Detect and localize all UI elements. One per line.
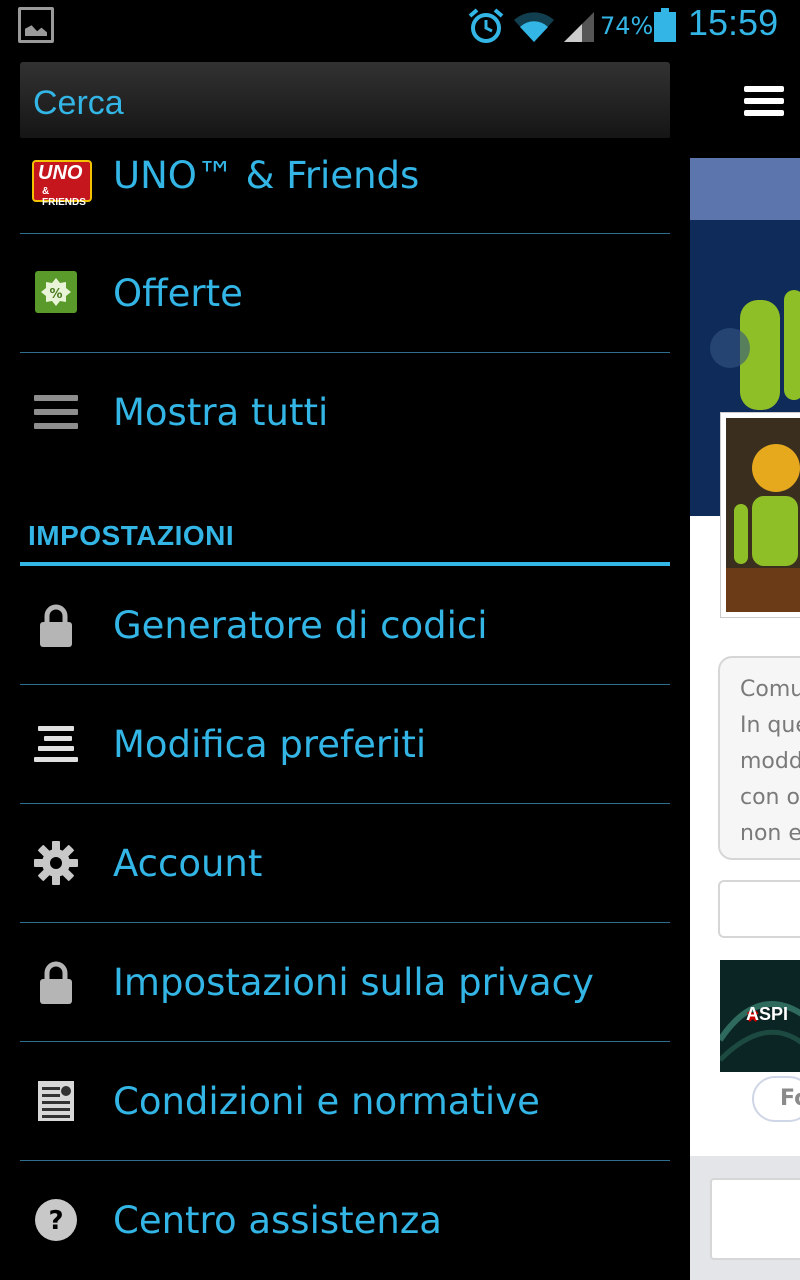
follow-button[interactable]: Fo	[752, 1076, 800, 1122]
ad-image[interactable]: ✖ ASPI	[720, 960, 800, 1072]
menu-item-label: Condizioni e normative	[113, 1080, 540, 1123]
svg-text:?: ?	[48, 1206, 63, 1236]
menu-icon[interactable]	[744, 86, 784, 122]
bottom-input[interactable]	[710, 1178, 800, 1260]
menu-item-label: Mostra tutti	[113, 391, 329, 434]
ad-text: ASPI	[746, 1004, 789, 1024]
clock: 15:59	[688, 2, 779, 43]
svg-text:%: %	[49, 287, 62, 302]
lock-icon	[40, 961, 72, 1004]
status-composer-preview[interactable]: Comu In que modd con o non e	[718, 656, 800, 860]
app-top-bar	[690, 50, 800, 158]
menu-item-condizioni[interactable]: Condizioni e normative	[20, 1042, 670, 1160]
status-line: In que	[740, 713, 800, 738]
help-icon: ?	[35, 1199, 77, 1241]
lock-icon	[40, 604, 72, 647]
menu-item-label: UNO™ & Friends	[113, 154, 420, 197]
uno-friends-app-icon: UNO & FRIENDS	[26, 158, 92, 208]
navigation-drawer: Cerca UNO & FRIENDS UNO™ & Friends % Offe…	[0, 50, 690, 1280]
status-line: modd	[740, 749, 800, 774]
menu-item-label: Generatore di codici	[113, 604, 488, 647]
menu-item-mostra-tutti[interactable]: Mostra tutti	[20, 353, 670, 471]
section-header: IMPOSTAZIONI	[28, 520, 235, 551]
gear-icon	[34, 841, 78, 885]
list-icon	[34, 395, 78, 429]
menu-item-label: Impostazioni sulla privacy	[113, 961, 594, 1004]
menu-item-uno-friends[interactable]: UNO & FRIENDS UNO™ & Friends	[20, 114, 670, 232]
menu-item-offerte[interactable]: % Offerte	[20, 234, 670, 352]
alarm-icon	[468, 8, 504, 43]
menu-item-account[interactable]: Account	[20, 804, 670, 922]
offers-icon: %	[35, 271, 77, 313]
status-bar: 74% 15:59	[0, 0, 800, 50]
reorder-icon	[34, 726, 78, 762]
menu-item-generatore-codici[interactable]: Generatore di codici	[20, 566, 670, 684]
menu-item-label: Centro assistenza	[113, 1199, 442, 1242]
document-icon	[38, 1081, 74, 1121]
menu-item-label: Offerte	[113, 272, 243, 315]
menu-item-privacy[interactable]: Impostazioni sulla privacy	[20, 923, 670, 1041]
menu-item-label: Account	[113, 842, 263, 885]
menu-item-centro-assistenza[interactable]: ? Centro assistenza	[20, 1161, 670, 1279]
status-line: non e	[740, 821, 800, 846]
gallery-notification-icon	[18, 7, 54, 43]
wifi-icon	[514, 12, 554, 42]
status-line: Comu	[740, 677, 800, 702]
battery-percent: 74%	[600, 12, 654, 40]
header-strip	[690, 158, 800, 220]
status-line: con o	[740, 785, 800, 810]
menu-item-label: Modifica preferiti	[113, 723, 427, 766]
profile-picture[interactable]	[720, 412, 800, 618]
signal-icon	[564, 12, 594, 42]
menu-item-modifica-preferiti[interactable]: Modifica preferiti	[20, 685, 670, 803]
battery-icon	[654, 8, 676, 42]
comment-input[interactable]	[718, 880, 800, 938]
